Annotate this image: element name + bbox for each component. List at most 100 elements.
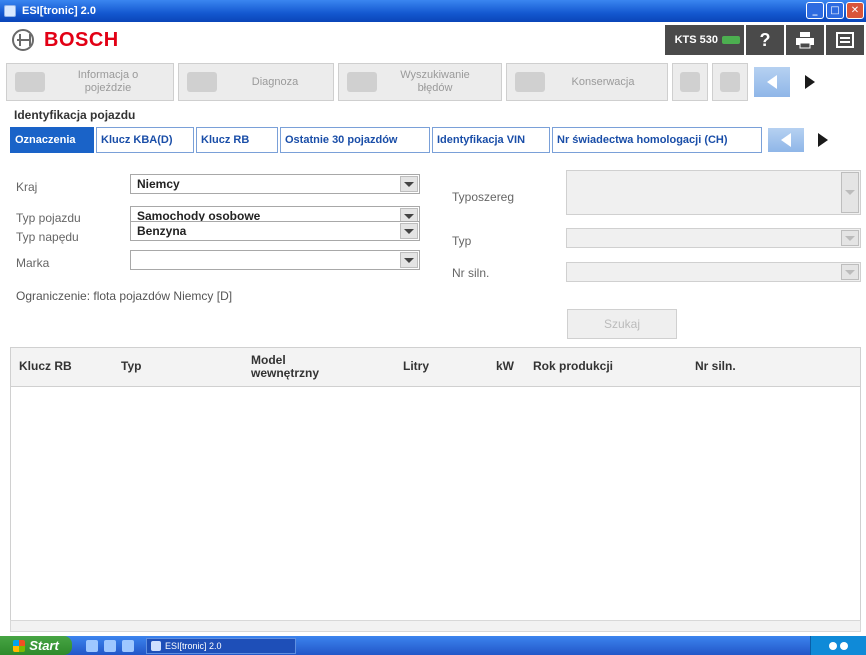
make-label: Marka — [16, 256, 50, 270]
tray-volume-icon[interactable] — [840, 641, 848, 650]
app-icon — [4, 5, 16, 17]
dropdown-arrow-icon[interactable] — [841, 230, 859, 246]
country-select[interactable]: Niemcy — [130, 174, 420, 194]
tool-icon — [680, 72, 700, 92]
nav-tab-extra-1[interactable] — [672, 63, 708, 101]
browser-icon[interactable] — [86, 639, 98, 652]
subtab-rb-key[interactable]: Klucz RB — [196, 127, 278, 153]
window-controls: _ □ ✕ — [806, 2, 864, 19]
car-icon — [15, 72, 45, 92]
nav-tab-label: Wyszukiwanie błędów — [400, 69, 470, 94]
menu-button[interactable] — [824, 25, 864, 55]
dropdown-arrow-icon[interactable] — [400, 176, 418, 192]
subtab-kba[interactable]: Klucz KBA(D) — [96, 127, 194, 153]
nav-prev-button[interactable] — [754, 67, 790, 97]
start-label: Start — [29, 638, 59, 653]
type-select[interactable] — [566, 228, 861, 248]
nav-tab-diagnosis[interactable]: Diagnoza — [178, 63, 334, 101]
column-header-liters[interactable]: Litry — [403, 348, 429, 386]
os-taskbar: Start ESI[tronic] 2.0 — [0, 636, 866, 655]
start-button[interactable]: Start — [0, 636, 72, 655]
subtab-last-30[interactable]: Ostatnie 30 pojazdów — [280, 127, 430, 153]
windows-logo-icon — [13, 639, 26, 652]
diagnosis-icon — [187, 72, 217, 92]
nav-tab-label: Diagnoza — [251, 75, 299, 88]
app-header: BOSCH KTS 530 ? — [0, 22, 866, 58]
column-header-rb-key[interactable]: Klucz RB — [19, 348, 72, 386]
troubleshooting-icon — [347, 72, 377, 92]
nav-tab-extra-2[interactable] — [712, 63, 748, 101]
maximize-button[interactable]: □ — [826, 2, 844, 19]
dropdown-arrow-icon[interactable] — [400, 252, 418, 268]
engine-no-label: Nr siln. — [452, 266, 490, 280]
subtab-homologation[interactable]: Nr świadectwa homologacji (CH) — [552, 127, 762, 153]
vehicle-type-label: Typ pojazdu — [16, 211, 81, 225]
taskbar-app-label: ESI[tronic] 2.0 — [165, 640, 222, 651]
subtab-oznaczenia[interactable]: Oznaczenia — [10, 127, 94, 153]
arrow-left-icon — [767, 75, 777, 89]
column-header-production-year[interactable]: Rok produkcji — [533, 348, 613, 386]
app-icon — [151, 640, 161, 651]
subtab-bar: Oznaczenia Klucz KBA(D) Klucz RB Ostatni… — [10, 126, 866, 154]
print-button[interactable] — [784, 25, 824, 55]
taskbar-app-item[interactable]: ESI[tronic] 2.0 — [146, 637, 296, 654]
media-icon[interactable] — [104, 639, 116, 652]
connection-plug-icon — [722, 36, 740, 44]
horizontal-scrollbar[interactable] — [10, 620, 861, 632]
search-button[interactable]: Szukaj — [567, 309, 677, 339]
subtab-next-button[interactable] — [808, 128, 838, 152]
window-titlebar: ESI[tronic] 2.0 _ □ ✕ — [0, 0, 866, 22]
nav-tab-troubleshooting[interactable]: Wyszukiwanie błędów — [338, 63, 502, 101]
engine-no-select[interactable] — [566, 262, 861, 282]
type-label: Typ — [452, 234, 472, 248]
drive-type-label: Typ napędu — [16, 230, 79, 244]
results-table-body[interactable] — [10, 387, 861, 620]
column-header-type[interactable]: Typ — [121, 348, 141, 386]
close-button[interactable]: ✕ — [846, 2, 864, 19]
nav-tab-vehicle-info[interactable]: Informacja o pojeździe — [6, 63, 174, 101]
results-table-header: Klucz RB Typ Model wewnętrzny Litry kW R… — [10, 347, 861, 387]
maintenance-icon — [515, 72, 545, 92]
drive-type-value: Benzyna — [137, 224, 187, 238]
quick-launch — [86, 639, 134, 652]
desktop-icon[interactable] — [122, 639, 134, 652]
nav-tab-label: Informacja o pojeździe — [77, 69, 139, 94]
make-select[interactable] — [130, 250, 420, 270]
brand-name: BOSCH — [44, 28, 119, 51]
arrow-right-icon — [805, 75, 815, 89]
help-button[interactable]: ? — [744, 25, 784, 55]
nav-tab-maintenance[interactable]: Konserwacja — [506, 63, 668, 101]
column-header-internal-model[interactable]: Model wewnętrzny — [251, 348, 351, 386]
nav-tab-label: Konserwacja — [571, 75, 635, 88]
fleet-restriction-note: Ograniczenie: flota pojazdów Niemcy [D] — [16, 289, 233, 303]
header-tools: KTS 530 ? — [664, 25, 864, 55]
subtab-prev-button[interactable] — [768, 128, 804, 152]
menu-icon — [836, 32, 854, 48]
device-name: KTS 530 — [674, 34, 718, 46]
dropdown-arrow-icon[interactable] — [841, 172, 859, 213]
series-select[interactable] — [566, 170, 861, 215]
bosch-logo-icon — [12, 29, 34, 51]
country-value: Niemcy — [137, 177, 180, 191]
column-header-engine-no[interactable]: Nr siln. — [695, 348, 736, 386]
tray-network-icon[interactable] — [829, 641, 837, 650]
drive-type-select[interactable]: Benzyna — [130, 221, 420, 241]
printer-icon — [796, 32, 814, 49]
column-header-kw[interactable]: kW — [496, 348, 514, 386]
series-label: Typoszereg — [452, 190, 515, 204]
country-label: Kraj — [16, 180, 38, 194]
dropdown-arrow-icon[interactable] — [400, 223, 418, 239]
subtab-vin[interactable]: Identyfikacja VIN — [432, 127, 550, 153]
nav-next-button[interactable] — [792, 67, 828, 97]
page-title: Identyfikacja pojazdu — [14, 108, 136, 122]
document-icon — [720, 72, 740, 92]
system-tray — [810, 636, 866, 655]
dropdown-arrow-icon[interactable] — [841, 264, 859, 280]
main-nav: Informacja o pojeździe Diagnoza Wyszukiw… — [0, 62, 866, 102]
arrow-right-icon — [818, 133, 828, 147]
minimize-button[interactable]: _ — [806, 2, 824, 19]
device-status[interactable]: KTS 530 — [664, 25, 744, 55]
window-title: ESI[tronic] 2.0 — [22, 5, 96, 17]
help-label: ? — [759, 29, 771, 50]
arrow-left-icon — [781, 133, 791, 147]
